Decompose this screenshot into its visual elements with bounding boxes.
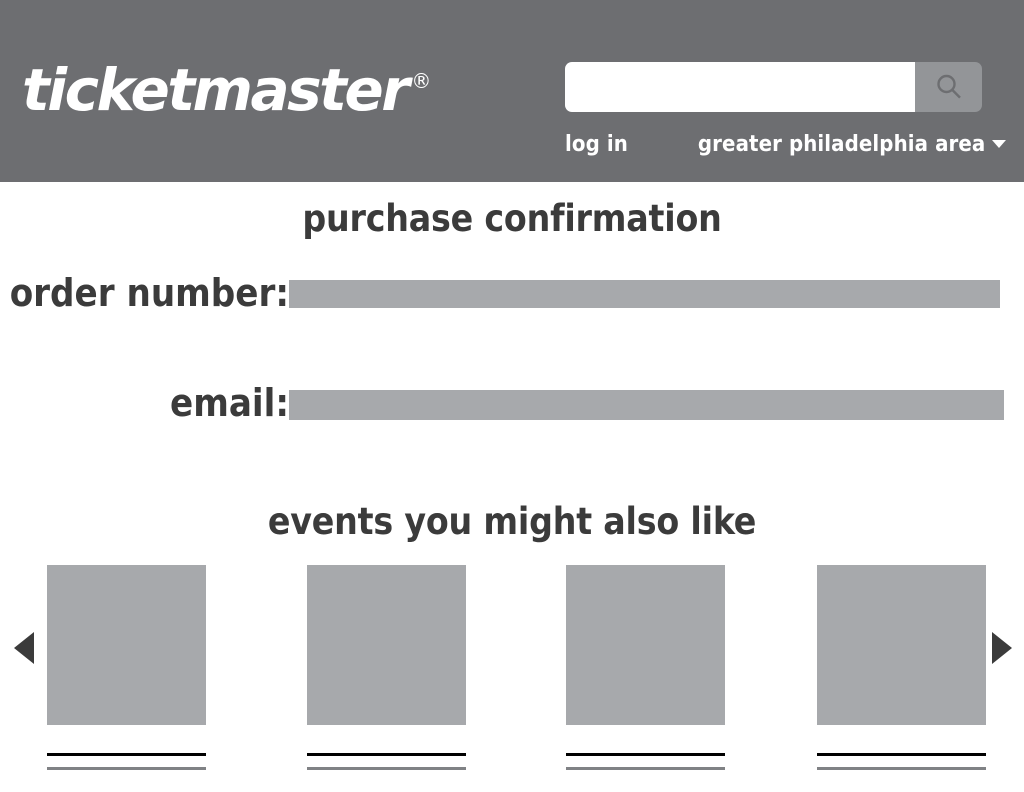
event-card[interactable]	[566, 565, 725, 770]
event-card-subtitle-placeholder	[47, 767, 206, 770]
ticketmaster-logo[interactable]: ticketmaster ®	[22, 50, 431, 121]
search-input[interactable]	[565, 62, 915, 112]
search-bar	[565, 62, 982, 112]
event-card-title-placeholder	[817, 753, 986, 756]
carousel-next-arrow-icon[interactable]	[992, 632, 1012, 664]
logo-wordmark: ticketmaster	[22, 56, 410, 124]
event-card-subtitle-placeholder	[817, 767, 986, 770]
site-header: ticketmaster ® log in greater philadelphi…	[0, 0, 1024, 182]
event-card-subtitle-placeholder	[307, 767, 466, 770]
carousel-prev-arrow-icon[interactable]	[14, 632, 34, 664]
events-carousel	[0, 560, 1024, 792]
event-card-thumbnail	[566, 565, 725, 725]
location-selector[interactable]: greater philadelphia area	[697, 131, 1007, 157]
order-number-value	[289, 280, 1000, 308]
page-root: ticketmaster ® log in greater philadelphi…	[0, 0, 1024, 792]
event-card-title-placeholder	[47, 753, 206, 756]
header-links: log in greater philadelphia area	[565, 125, 1007, 163]
events-section-title: events you might also like	[267, 500, 757, 543]
registered-trademark-icon: ®	[411, 69, 432, 93]
search-icon	[934, 72, 964, 102]
event-card-thumbnail	[307, 565, 466, 725]
search-button[interactable]	[915, 62, 982, 112]
order-number-label: order number:	[9, 271, 289, 315]
event-card-title-placeholder	[566, 753, 725, 756]
page-title: purchase confirmation	[302, 197, 722, 240]
log-in-link[interactable]: log in	[565, 132, 628, 157]
event-card[interactable]	[307, 565, 466, 770]
chevron-down-icon	[992, 140, 1007, 148]
location-label: greater philadelphia area	[697, 131, 986, 157]
event-card[interactable]	[817, 565, 986, 770]
event-card-thumbnail	[47, 565, 206, 725]
event-card[interactable]	[47, 565, 206, 770]
email-label: email:	[170, 381, 289, 425]
event-card-thumbnail	[817, 565, 986, 725]
email-row: email:	[0, 384, 289, 422]
event-card-title-placeholder	[307, 753, 466, 756]
event-card-subtitle-placeholder	[566, 767, 725, 770]
order-number-row: order number:	[0, 274, 289, 312]
email-value	[289, 390, 1004, 420]
